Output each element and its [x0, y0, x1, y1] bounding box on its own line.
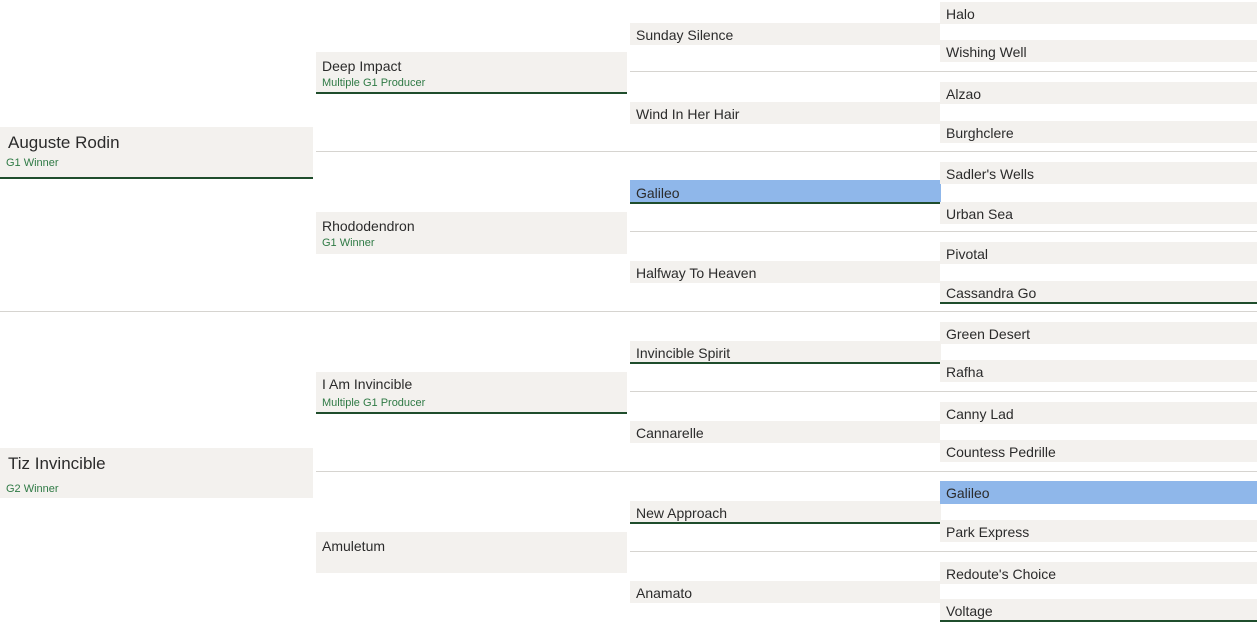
pedigree-horse[interactable]: New Approach [630, 501, 941, 524]
pedigree-horse[interactable]: Urban Sea [940, 202, 1257, 224]
horse-name: Halfway To Heaven [636, 265, 757, 281]
horse-name: Halo [946, 6, 975, 22]
pedigree-horse[interactable]: Alzao [940, 82, 1257, 104]
horse-name: Pivotal [946, 246, 989, 262]
pedigree-horse[interactable]: Countess Pedrille [940, 440, 1257, 462]
horse-achievement: Multiple G1 Producer [322, 77, 426, 89]
pedigree-horse[interactable]: Park Express [940, 520, 1257, 542]
separator [630, 231, 1257, 232]
horse-name: Park Express [946, 524, 1030, 540]
horse-name: I Am Invincible [322, 376, 413, 392]
pedigree-horse[interactable]: Amuletum [316, 532, 627, 573]
pedigree-horse[interactable]: Burghclere [940, 121, 1257, 143]
horse-name: Green Desert [946, 326, 1031, 342]
pedigree-horse[interactable]: Voltage [940, 599, 1257, 622]
horse-name: Cannarelle [636, 425, 704, 441]
horse-name: Countess Pedrille [946, 444, 1056, 460]
horse-name: Canny Lad [946, 406, 1014, 422]
horse-name: Cassandra Go [946, 285, 1037, 301]
pedigree-horse[interactable]: Canny Lad [940, 402, 1257, 424]
horse-name: Urban Sea [946, 206, 1013, 222]
separator [316, 471, 1257, 472]
horse-name: Galileo [946, 485, 990, 501]
horse-name: Burghclere [946, 125, 1014, 141]
horse-name: Wind In Her Hair [636, 106, 740, 122]
pedigree-horse[interactable]: Green Desert [940, 322, 1257, 344]
pedigree-horse[interactable]: Redoute's Choice [940, 562, 1257, 584]
horse-name: Deep Impact [322, 58, 402, 74]
separator [630, 551, 1257, 552]
horse-name: Invincible Spirit [636, 345, 731, 361]
horse-achievement: G1 Winner [6, 157, 59, 169]
pedigree-horse[interactable]: Pivotal [940, 242, 1257, 264]
horse-name: Amuletum [322, 538, 386, 554]
pedigree-horse-dam[interactable]: Tiz Invincible G2 Winner [0, 448, 313, 498]
separator [316, 151, 1257, 152]
horse-name: Voltage [946, 603, 993, 619]
pedigree-horse-highlighted[interactable]: Galileo [940, 481, 1257, 504]
pedigree-horse[interactable]: Rafha [940, 360, 1257, 382]
pedigree-horse[interactable]: I Am Invincible Multiple G1 Producer [316, 372, 627, 414]
pedigree-horse[interactable]: Cannarelle [630, 421, 940, 443]
pedigree-horse[interactable]: Halo [940, 2, 1257, 24]
horse-name: Rafha [946, 364, 984, 380]
horse-name: Auguste Rodin [8, 133, 120, 152]
pedigree-horse-highlighted[interactable]: Galileo [630, 180, 941, 204]
horse-name: Galileo [636, 185, 680, 201]
pedigree-horse-sire[interactable]: Auguste Rodin G1 Winner [0, 127, 313, 179]
horse-name: Wishing Well [946, 44, 1027, 60]
pedigree-horse[interactable]: Anamato [630, 581, 940, 603]
horse-name: Redoute's Choice [946, 566, 1057, 582]
pedigree-horse[interactable]: Wind In Her Hair [630, 102, 940, 124]
pedigree-horse[interactable]: Sadler's Wells [940, 162, 1257, 184]
pedigree-horse[interactable]: Halfway To Heaven [630, 261, 940, 283]
horse-name: Alzao [946, 86, 982, 102]
pedigree-horse[interactable]: Deep Impact Multiple G1 Producer [316, 52, 627, 94]
separator [630, 71, 1257, 72]
pedigree-horse[interactable]: Rhododendron G1 Winner [316, 212, 627, 254]
horse-name: Tiz Invincible [8, 454, 106, 473]
pedigree-horse[interactable]: Cassandra Go [940, 281, 1257, 304]
horse-achievement: G1 Winner [322, 237, 375, 249]
pedigree-horse[interactable]: Sunday Silence [630, 23, 940, 45]
pedigree-horse[interactable]: Invincible Spirit [630, 341, 941, 364]
horse-achievement: G2 Winner [6, 483, 59, 495]
separator [630, 391, 1257, 392]
horse-name: New Approach [636, 505, 728, 521]
horse-name: Sadler's Wells [946, 166, 1034, 182]
separator [0, 311, 1257, 312]
horse-name: Sunday Silence [636, 27, 734, 43]
pedigree-horse[interactable]: Wishing Well [940, 40, 1257, 62]
horse-achievement: Multiple G1 Producer [322, 397, 426, 409]
horse-name: Rhododendron [322, 218, 415, 234]
horse-name: Anamato [636, 585, 693, 601]
